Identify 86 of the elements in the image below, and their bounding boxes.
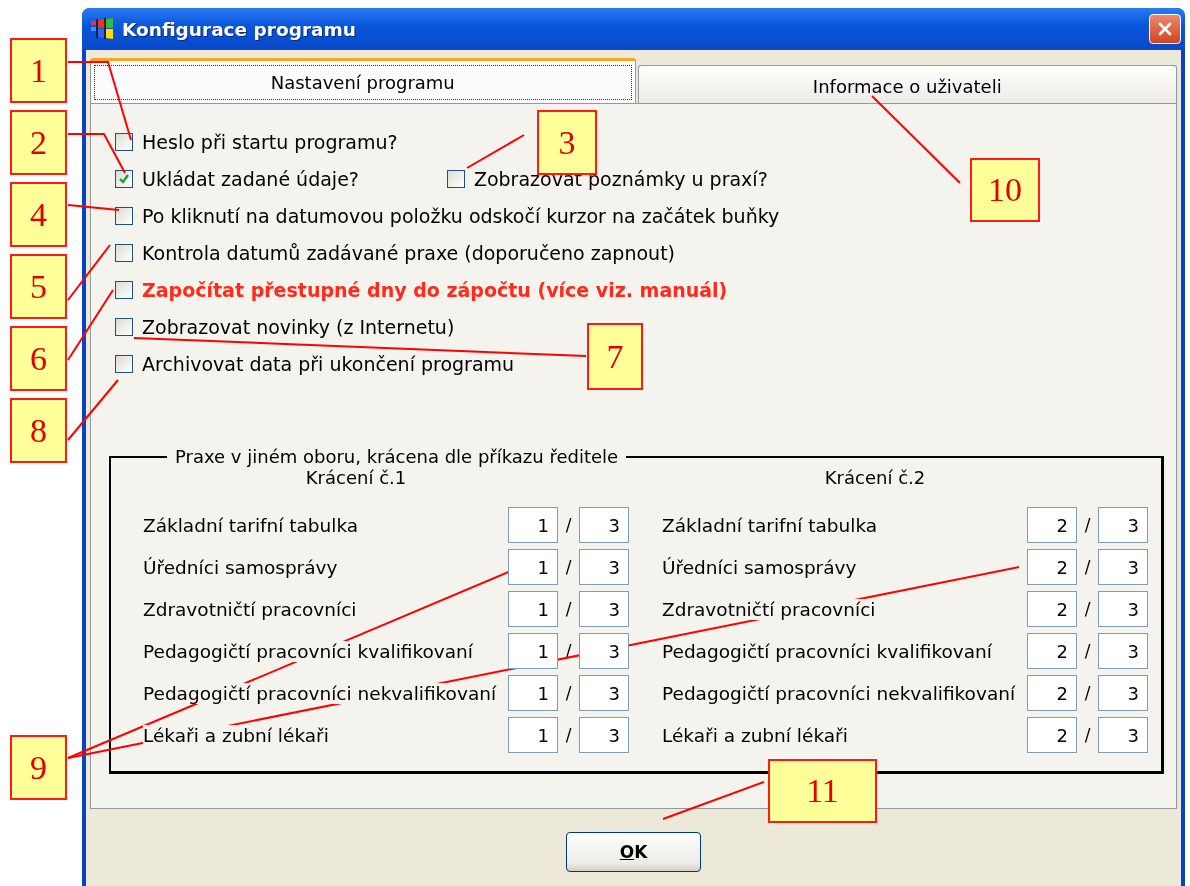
callout-number: 7 bbox=[587, 323, 643, 390]
tab[interactable]: Informace o uživateli bbox=[637, 65, 1177, 103]
input-field[interactable]: 1 bbox=[508, 633, 558, 669]
input-field[interactable]: 2 bbox=[1027, 633, 1077, 669]
leader-line bbox=[466, 134, 525, 169]
callout-number: 4 bbox=[10, 182, 67, 247]
input-field[interactable]: 1 bbox=[508, 549, 558, 585]
input-field[interactable]: 2 bbox=[1027, 717, 1077, 753]
input-field[interactable]: 3 bbox=[1098, 633, 1148, 669]
slash-separator: / bbox=[1083, 515, 1092, 535]
input-field[interactable]: 1 bbox=[508, 507, 558, 543]
input-field[interactable]: 3 bbox=[579, 717, 629, 753]
checkbox[interactable] bbox=[115, 354, 133, 373]
checkbox[interactable] bbox=[115, 206, 133, 225]
group-title: Praxe v jiném oboru, krácena dle příkazu ředitele bbox=[174, 446, 620, 467]
slash-separator: / bbox=[564, 515, 573, 535]
check-icon bbox=[118, 172, 130, 185]
column-heading: Krácení č.1 bbox=[304, 467, 408, 490]
ok-button[interactable]: OK bbox=[566, 832, 701, 872]
input-field[interactable]: 2 bbox=[1027, 675, 1077, 711]
input-field[interactable]: 2 bbox=[1027, 507, 1077, 543]
input-field[interactable]: 1 bbox=[508, 717, 558, 753]
input-field[interactable]: 1 bbox=[508, 675, 558, 711]
option-label: Heslo při startu programu? bbox=[142, 130, 398, 153]
callout-number: 11 bbox=[768, 759, 877, 823]
category-label: Zdravotničtí pracovníci bbox=[143, 598, 357, 620]
input-field[interactable]: 3 bbox=[1098, 549, 1148, 585]
input-field[interactable]: 3 bbox=[579, 591, 629, 627]
callout-number: 6 bbox=[10, 326, 67, 391]
slash-separator: / bbox=[564, 557, 573, 577]
slash-separator: / bbox=[1083, 641, 1092, 661]
leader-line bbox=[67, 289, 114, 361]
slash-separator: / bbox=[1083, 683, 1092, 703]
slash-separator: / bbox=[564, 599, 573, 619]
category-label: Lékaři a zubní lékaři bbox=[143, 724, 329, 746]
input-field[interactable]: 3 bbox=[579, 507, 629, 543]
close-icon bbox=[1157, 21, 1173, 37]
checkbox[interactable] bbox=[115, 169, 133, 188]
leader-line bbox=[67, 204, 120, 211]
callout-number: 3 bbox=[537, 110, 597, 175]
option-label: Ukládat zadané údaje? bbox=[142, 167, 359, 190]
callout-number: 2 bbox=[10, 110, 67, 175]
checkbox[interactable] bbox=[115, 317, 133, 336]
input-field[interactable]: 3 bbox=[579, 549, 629, 585]
category-label: Pedagogičtí pracovníci kvalifikovaní bbox=[143, 640, 473, 662]
category-label: Zdravotničtí pracovníci bbox=[662, 598, 876, 620]
input-field[interactable]: 3 bbox=[1098, 675, 1148, 711]
checkbox[interactable] bbox=[115, 280, 133, 299]
category-label: Úředníci samosprávy bbox=[143, 556, 338, 578]
input-field[interactable]: 3 bbox=[1098, 591, 1148, 627]
category-label: Pedagogičtí pracovníci nekvalifikovaní bbox=[143, 682, 497, 704]
option-label: Archivovat data při ukončení programu bbox=[142, 352, 515, 375]
category-label: Úředníci samosprávy bbox=[662, 556, 857, 578]
callout-number: 1 bbox=[10, 38, 67, 103]
option-label: Kontrola datumů zadávané praxe (doporučeno zapnout) bbox=[142, 241, 675, 264]
close-button[interactable] bbox=[1149, 14, 1181, 44]
slash-separator: / bbox=[564, 725, 573, 745]
input-field[interactable]: 3 bbox=[1098, 507, 1148, 543]
option-label: Zobrazovat novinky (z Internetu) bbox=[142, 315, 455, 338]
windows-flag-icon bbox=[90, 17, 114, 41]
input-field[interactable]: 2 bbox=[1027, 549, 1077, 585]
leader-line bbox=[67, 379, 119, 441]
checkbox[interactable] bbox=[115, 243, 133, 262]
input-field[interactable]: 2 bbox=[1027, 591, 1077, 627]
leader-line bbox=[67, 244, 111, 301]
input-field[interactable]: 3 bbox=[579, 675, 629, 711]
callout-number: 8 bbox=[10, 398, 67, 463]
slash-separator: / bbox=[1083, 557, 1092, 577]
slash-separator: / bbox=[1083, 599, 1092, 619]
input-field[interactable]: 1 bbox=[508, 591, 558, 627]
input-field[interactable]: 3 bbox=[1098, 717, 1148, 753]
callout-number: 10 bbox=[970, 158, 1040, 222]
window-title: Konfigurace programu bbox=[122, 18, 357, 40]
option-label: Započítat přestupné dny do zápočtu (více viz. manuál) bbox=[142, 278, 728, 301]
callout-number: 9 bbox=[10, 735, 67, 800]
option-label: Po kliknutí na datumovou položku odskočí kurzor na začátek buňky bbox=[142, 204, 780, 227]
input-field[interactable]: 3 bbox=[579, 633, 629, 669]
checkbox[interactable] bbox=[446, 169, 465, 188]
checkbox[interactable] bbox=[115, 132, 133, 151]
tab[interactable]: Nastavení programu bbox=[90, 58, 636, 103]
category-label: Pedagogičtí pracovníci kvalifikovaní bbox=[662, 640, 992, 662]
column-heading: Krácení č.2 bbox=[823, 467, 927, 490]
slash-separator: / bbox=[1083, 725, 1092, 745]
slash-separator: / bbox=[564, 683, 573, 703]
category-label: Pedagogičtí pracovníci nekvalifikovaní bbox=[662, 682, 1016, 704]
callout-number: 5 bbox=[10, 254, 67, 319]
